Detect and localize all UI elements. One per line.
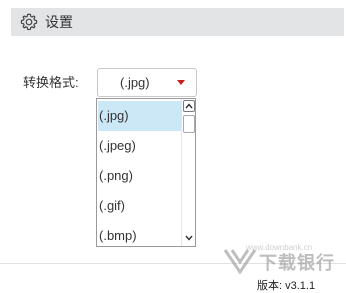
format-label: 转换格式: <box>23 75 79 90</box>
dropdown-option[interactable]: (.jpg) <box>98 101 181 131</box>
format-dropdown-list[interactable]: (.jpg) (.jpeg) (.png) (.gif) (.bmp) <box>96 98 196 247</box>
gear-icon <box>19 12 39 32</box>
dropdown-option[interactable]: (.bmp) <box>98 221 181 246</box>
settings-header: 设置 <box>11 8 344 36</box>
version-label: 版本: v3.1.1 <box>257 280 316 292</box>
scroll-down-icon[interactable] <box>183 232 195 244</box>
dropdown-option[interactable]: (.gif) <box>98 191 181 221</box>
scroll-up-icon[interactable] <box>183 100 195 112</box>
scrollbar-thumb[interactable] <box>183 115 195 133</box>
dropdown-arrow-icon[interactable] <box>177 80 185 85</box>
watermark-url: www.downbank.cn <box>246 243 313 252</box>
format-select-value: (.jpg) <box>120 75 150 90</box>
dropdown-scrollbar[interactable] <box>181 99 195 246</box>
dropdown-option[interactable]: (.png) <box>98 161 181 191</box>
watermark-text: 下载银行 <box>259 253 335 273</box>
dropdown-option[interactable]: (.jpeg) <box>98 131 181 161</box>
format-select[interactable]: (.jpg) <box>97 68 197 97</box>
header-title: 设置 <box>45 14 73 30</box>
